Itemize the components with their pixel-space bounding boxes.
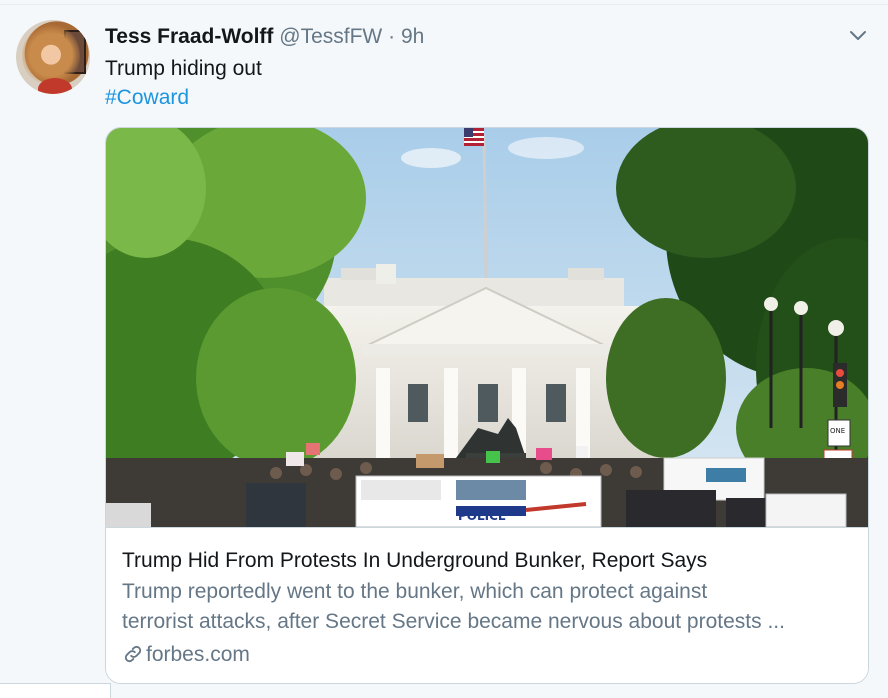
card-description-line-1: Trump reportedly went to the bunker, whi… — [122, 580, 708, 603]
card-domain[interactable]: forbes.com — [122, 642, 250, 668]
chevron-down-icon[interactable] — [848, 26, 868, 46]
author-handle[interactable]: @TessfFW — [279, 25, 382, 48]
divider — [0, 4, 888, 5]
link-icon — [124, 645, 142, 663]
tweet-header: Tess Fraad-Wolff @TessfFW · 9h — [105, 24, 424, 50]
card-description-line-2: terrorist attacks, after Secret Service … — [122, 610, 785, 633]
tweet-text: Trump hiding out — [105, 57, 262, 80]
police-car-label: POLICE — [458, 509, 506, 523]
tweet: Tess Fraad-Wolff @TessfFW · 9h Trump hid… — [0, 0, 888, 698]
card-description: Trump reportedly went to the bunker, whi… — [122, 577, 852, 637]
separator-dot: · — [388, 25, 396, 48]
avatar[interactable] — [16, 20, 90, 94]
link-card[interactable]: ONE POLICE Trump Hid From Protests In Un… — [105, 127, 869, 684]
hashtag-link[interactable]: #Coward — [105, 85, 189, 111]
card-image[interactable]: ONE POLICE — [106, 128, 868, 527]
card-domain-text: forbes.com — [146, 643, 250, 666]
card-title[interactable]: Trump Hid From Protests In Underground B… — [122, 548, 707, 574]
author-name[interactable]: Tess Fraad-Wolff — [105, 25, 273, 48]
card-info[interactable]: Trump Hid From Protests In Underground B… — [106, 527, 868, 683]
cut-off-element — [0, 683, 111, 698]
timestamp[interactable]: 9h — [401, 25, 424, 48]
avatar-dress — [38, 78, 72, 94]
one-way-sign-text: ONE — [830, 427, 845, 435]
